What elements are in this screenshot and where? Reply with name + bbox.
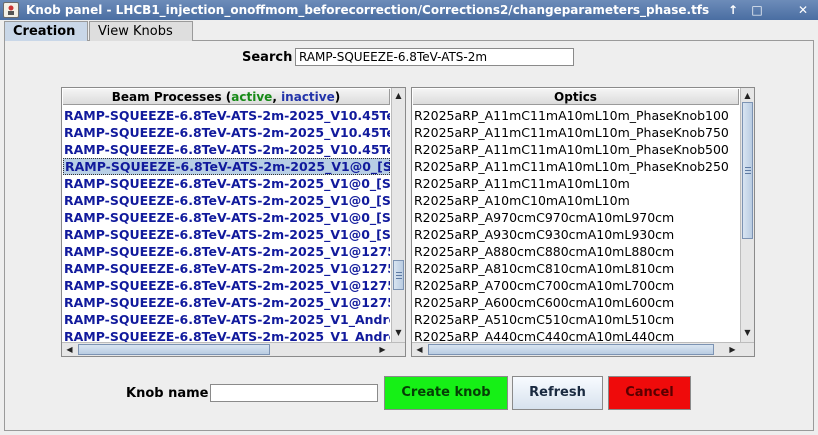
optics-item[interactable]: R2025aRP_A11mC11mA10mL10m_PhaseKnob500 [413,141,739,158]
scroll-right-icon[interactable]: ▶ [376,343,389,356]
optics-item[interactable]: R2025aRP_A930cmC930cmA10mL930cm [413,226,739,243]
beam-process-item[interactable]: RAMP-SQUEEZE-6.8TeV-ATS-2m-2025_V10.45Te… [63,124,390,141]
optics-item[interactable]: R2025aRP_A600cmC600cmA10mL600cm [413,294,739,311]
optics-hthumb[interactable] [428,344,714,355]
window-title: Knob panel - LHCB1_injection_onoffmom_be… [26,3,710,17]
search-label: Search [242,50,293,65]
optics-list[interactable]: Optics R2025aRP_A11mC11mA10mL10m_PhaseKn… [411,87,755,357]
knob-name-label: Knob name [126,386,209,401]
beam-process-item[interactable]: RAMP-SQUEEZE-6.8TeV-ATS-2m-2025_V1_Andre… [63,311,390,328]
title-bar: Knob panel - LHCB1_injection_onoffmom_be… [0,0,818,20]
optics-item[interactable]: R2025aRP_A440cmC440cmA10mL440cm [413,328,739,343]
cancel-button[interactable]: Cancel [608,376,691,410]
beam-process-item[interactable]: RAMP-SQUEEZE-6.8TeV-ATS-2m-2025_V1@1275_ [63,294,390,311]
beam-processes-list[interactable]: Beam Processes (active, inactive) RAMP-S… [61,87,406,357]
beam-processes-header: Beam Processes (active, inactive) [63,89,390,105]
beam-process-item[interactable]: RAMP-SQUEEZE-6.8TeV-ATS-2m-2025_V1@0_[ST… [63,209,390,226]
optics-item[interactable]: R2025aRP_A880cmC880cmA10mL880cm [413,243,739,260]
optics-vthumb[interactable] [742,102,753,239]
optics-vscroll[interactable]: ▲ ▼ [740,88,754,342]
beam-process-item[interactable]: RAMP-SQUEEZE-6.8TeV-ATS-2m-2025_V1@0_[ST… [63,175,390,192]
scroll-up-icon[interactable]: ▲ [392,89,405,102]
optics-item[interactable]: R2025aRP_A700cmC700cmA10mL700cm [413,277,739,294]
beam-process-item[interactable]: RAMP-SQUEEZE-6.8TeV-ATS-2m-2025_V1@0_[ST… [63,158,390,175]
beam-process-item[interactable]: RAMP-SQUEEZE-6.8TeV-ATS-2m-2025_V1_Andre… [63,328,390,343]
beam-process-item[interactable]: RAMP-SQUEEZE-6.8TeV-ATS-2m-2025_V1@1275_ [63,260,390,277]
scroll-right-icon[interactable]: ▶ [726,343,739,356]
tab-view-knobs[interactable]: View Knobs [89,21,193,41]
optics-rows: R2025aRP_A11mC11mA10mL10m_PhaseKnob100 R2… [413,107,739,343]
scroll-left-icon[interactable]: ◀ [63,343,76,356]
beam-process-item[interactable]: RAMP-SQUEEZE-6.8TeV-ATS-2m-2025_V1@0_[ST… [63,226,390,243]
optics-hscroll[interactable]: ◀ ▶ [412,342,754,356]
search-input[interactable] [295,48,574,66]
optics-item[interactable]: R2025aRP_A10mC10mA10mL10m [413,192,739,209]
beam-process-item[interactable]: RAMP-SQUEEZE-6.8TeV-ATS-2m-2025_V1@0_[ST… [63,192,390,209]
optics-item[interactable]: R2025aRP_A810cmC810cmA10mL810cm [413,260,739,277]
beam-processes-hscroll[interactable]: ◀ ▶ [62,342,405,356]
tab-creation[interactable]: Creation [4,21,88,41]
beam-processes-vthumb[interactable] [393,260,404,290]
beam-processes-rows: RAMP-SQUEEZE-6.8TeV-ATS-2m-2025_V10.45Te… [63,107,390,343]
scroll-up-icon[interactable]: ▲ [741,89,754,102]
beam-process-item[interactable]: RAMP-SQUEEZE-6.8TeV-ATS-2m-2025_V10.45Te… [63,141,390,158]
knob-name-input[interactable] [210,384,378,402]
optics-item[interactable]: R2025aRP_A11mC11mA10mL10m [413,175,739,192]
optics-header: Optics [413,89,739,105]
restore-icon[interactable]: □ [748,2,766,18]
beam-processes-vscroll[interactable]: ▲ ▼ [391,88,405,342]
scroll-left-icon[interactable]: ◀ [413,343,426,356]
optics-item[interactable]: R2025aRP_A11mC11mA10mL10m_PhaseKnob100 [413,107,739,124]
optics-item[interactable]: R2025aRP_A970cmC970cmA10mL970cm [413,209,739,226]
beam-processes-hthumb[interactable] [78,344,270,355]
create-knob-button[interactable]: Create knob [384,376,508,410]
refresh-button[interactable]: Refresh [512,376,603,410]
app-icon [3,2,19,18]
optics-item[interactable]: R2025aRP_A11mC11mA10mL10m_PhaseKnob250 [413,158,739,175]
optics-item[interactable]: R2025aRP_A510cmC510cmA10mL510cm [413,311,739,328]
beam-process-item[interactable]: RAMP-SQUEEZE-6.8TeV-ATS-2m-2025_V1@1275_ [63,243,390,260]
close-icon[interactable]: ✕ [794,2,812,18]
beam-process-item[interactable]: RAMP-SQUEEZE-6.8TeV-ATS-2m-2025_V10.45Te… [63,107,390,124]
optics-item[interactable]: R2025aRP_A11mC11mA10mL10m_PhaseKnob750 [413,124,739,141]
scroll-down-icon[interactable]: ▼ [741,326,754,339]
maximize-icon[interactable]: ↑ [724,2,742,18]
scroll-down-icon[interactable]: ▼ [392,326,405,339]
beam-process-item[interactable]: RAMP-SQUEEZE-6.8TeV-ATS-2m-2025_V1@1275_ [63,277,390,294]
